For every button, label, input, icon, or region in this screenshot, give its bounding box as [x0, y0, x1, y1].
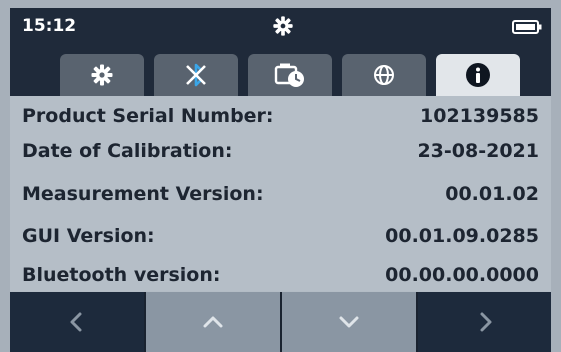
device-screen: 15:12 Product Serial Number: 102139585 D… [10, 8, 551, 352]
info-row-measurement-version: Measurement Version: 00.01.02 [10, 179, 551, 211]
chevron-up-icon [203, 316, 223, 328]
gear-icon [273, 16, 293, 36]
info-value: 00.00.00.0000 [385, 264, 539, 286]
info-label: Measurement Version: [22, 183, 264, 205]
bluetooth-off-icon [186, 63, 206, 87]
info-value: 102139585 [420, 105, 539, 127]
next-button[interactable] [418, 292, 551, 352]
prev-button[interactable] [10, 292, 144, 352]
info-value: 00.01.02 [445, 183, 539, 205]
status-bar: 15:12 [10, 8, 551, 44]
info-icon [466, 63, 490, 87]
status-time: 15:12 [22, 16, 77, 36]
chevron-right-icon [480, 312, 492, 332]
info-row-gui-version: GUI Version: 00.01.09.0285 [10, 221, 551, 253]
info-label: Date of Calibration: [22, 140, 233, 162]
info-label: Bluetooth version: [22, 264, 221, 286]
tab-language[interactable] [342, 54, 426, 96]
chevron-down-icon [339, 316, 359, 328]
nav-bar [10, 292, 551, 352]
info-row-bluetooth-version: Bluetooth version: 00.00.00.0000 [10, 260, 551, 292]
up-button[interactable] [146, 292, 280, 352]
chevron-left-icon [70, 312, 82, 332]
down-button[interactable] [282, 292, 416, 352]
settings-gear-icon [91, 64, 113, 86]
tab-timer[interactable] [248, 54, 332, 96]
info-row-calibration: Date of Calibration: 23-08-2021 [10, 136, 551, 168]
tab-bar [10, 44, 551, 96]
info-label: Product Serial Number: [22, 105, 274, 127]
timer-icon [274, 63, 304, 87]
tab-bluetooth[interactable] [154, 54, 238, 96]
battery-icon [512, 20, 542, 34]
info-label: GUI Version: [22, 225, 155, 247]
info-row-serial: Product Serial Number: 102139585 [10, 101, 551, 133]
globe-icon [374, 65, 394, 85]
info-panel: Product Serial Number: 102139585 Date of… [10, 96, 551, 291]
info-value: 00.01.09.0285 [385, 225, 539, 247]
tab-info[interactable] [436, 54, 520, 96]
tab-settings[interactable] [60, 54, 144, 96]
info-value: 23-08-2021 [417, 140, 539, 162]
